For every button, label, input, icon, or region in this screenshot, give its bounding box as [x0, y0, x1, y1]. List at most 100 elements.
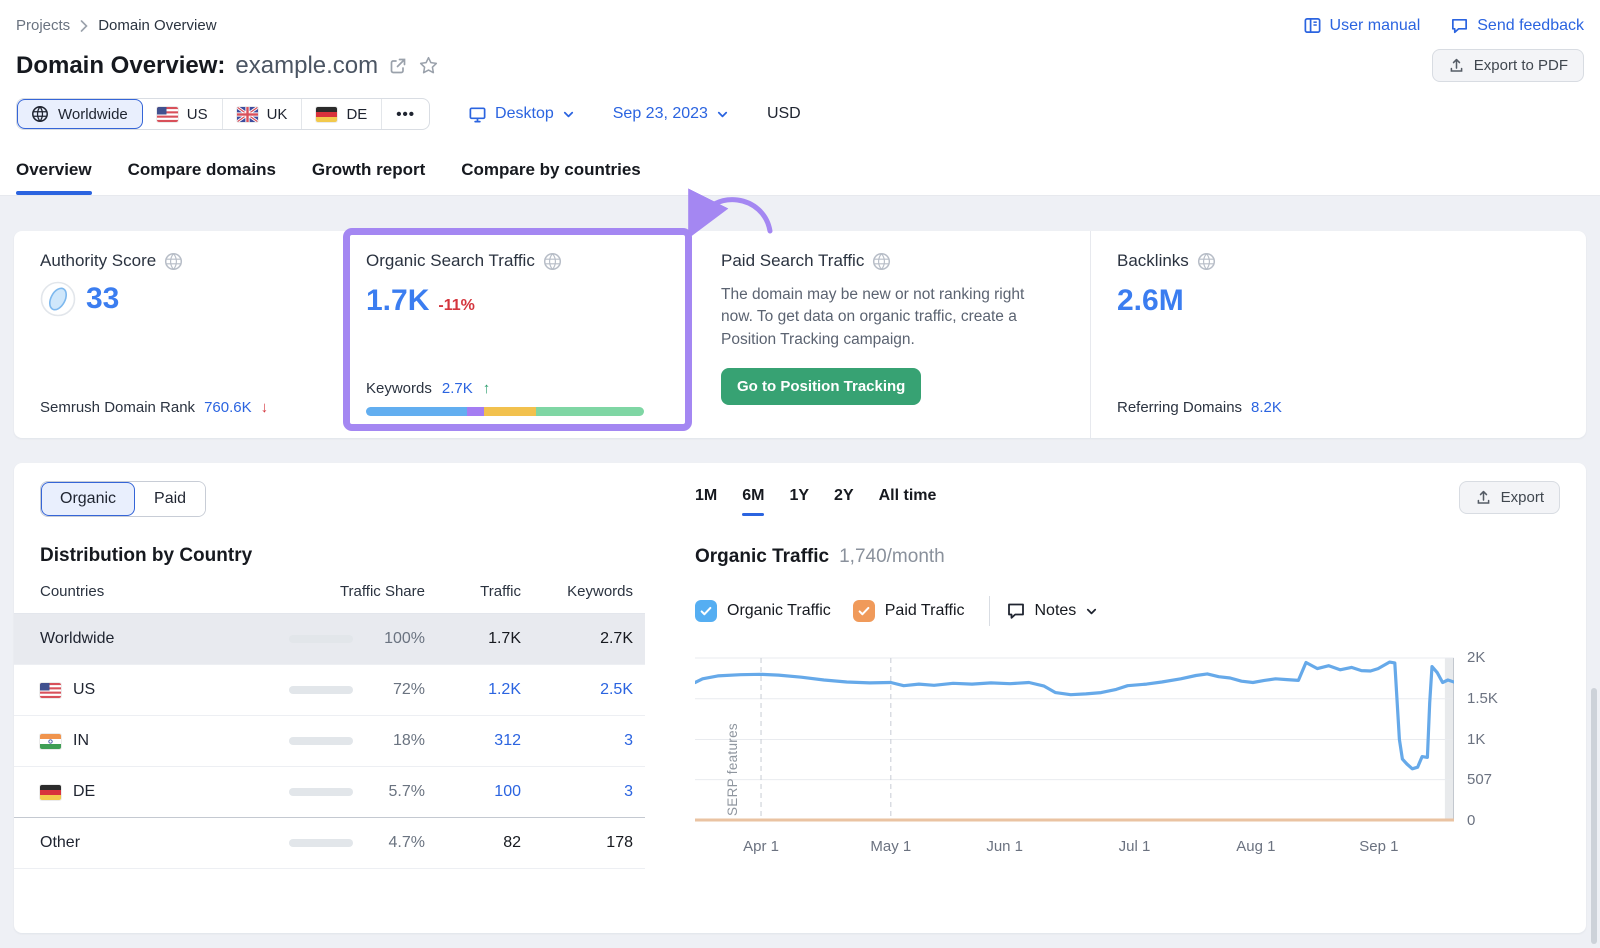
chip-uk[interactable]: UK	[223, 99, 303, 129]
serp-features-label: SERP features	[725, 664, 740, 816]
table-row-us[interactable]: US 72% 1.2K 2.5K	[14, 664, 645, 715]
keywords-value: 2.7K	[521, 630, 633, 648]
legend-organic-traffic[interactable]: Organic Traffic	[695, 600, 831, 622]
send-feedback-link[interactable]: Send feedback	[1450, 16, 1584, 35]
share-value: 4.7%	[353, 834, 425, 852]
range-2y[interactable]: 2Y	[834, 487, 854, 516]
feedback-bubble-icon	[1450, 16, 1469, 35]
breadcrumb-current: Domain Overview	[98, 17, 216, 34]
date-selector[interactable]: Sep 23, 2023	[613, 105, 729, 123]
tab-compare-domains[interactable]: Compare domains	[128, 160, 276, 195]
device-selector[interactable]: Desktop	[468, 105, 575, 124]
traffic-value: 82	[425, 834, 521, 852]
traffic-link[interactable]: 1.2K	[425, 681, 521, 699]
tab-compare-by-countries[interactable]: Compare by countries	[461, 160, 641, 195]
organic-checkbox[interactable]	[695, 600, 717, 622]
trend-down-icon: ↓	[261, 399, 269, 416]
toggle-paid[interactable]: Paid	[135, 482, 205, 516]
range-all-time[interactable]: All time	[879, 487, 937, 516]
organic-traffic-title: Organic Search Traffic	[366, 251, 535, 271]
table-row-other[interactable]: Other 4.7% 82 178	[14, 817, 645, 869]
user-manual-label: User manual	[1330, 17, 1421, 35]
organic-traffic-value: 1.7K	[366, 284, 429, 318]
toggle-organic[interactable]: Organic	[41, 482, 135, 516]
table-row-worldwide[interactable]: Worldwide 100% 1.7K 2.7K	[14, 614, 645, 664]
desktop-icon	[468, 105, 487, 124]
referring-domains-value[interactable]: 8.2K	[1251, 399, 1282, 416]
range-1y[interactable]: 1Y	[789, 487, 809, 516]
breadcrumb: Projects Domain Overview	[16, 17, 217, 34]
keywords-link[interactable]: 3	[521, 732, 633, 750]
in-flag-icon	[40, 734, 61, 749]
share-bar	[289, 635, 353, 643]
export-to-pdf-button[interactable]: Export to PDF	[1432, 49, 1584, 82]
chip-de[interactable]: DE	[302, 99, 382, 129]
chip-more[interactable]: •••	[382, 99, 429, 129]
more-icon: •••	[396, 106, 415, 123]
traffic-line-chart[interactable]	[695, 650, 1454, 828]
info-globe-icon[interactable]	[872, 252, 891, 271]
chip-uk-label: UK	[267, 106, 288, 123]
authority-score-section: Authority Score 33 Semrush Domain Rank 7…	[14, 231, 340, 438]
info-globe-icon[interactable]	[543, 252, 562, 271]
breadcrumb-projects[interactable]: Projects	[16, 17, 70, 34]
device-selector-label: Desktop	[495, 105, 554, 123]
go-to-position-tracking-button[interactable]: Go to Position Tracking	[721, 368, 921, 405]
keywords-value: 178	[521, 834, 633, 852]
domain-rank-value[interactable]: 760.6K	[204, 399, 252, 416]
keywords-link[interactable]: 2.5K	[521, 681, 633, 699]
favorite-star-icon[interactable]	[418, 55, 439, 76]
legend-paid-label: Paid Traffic	[885, 602, 965, 620]
keywords-label: Keywords	[366, 380, 432, 397]
distribution-heading: Distribution by Country	[40, 545, 659, 567]
country-table: Countries Traffic Share Traffic Keywords…	[14, 583, 645, 869]
traffic-link[interactable]: 100	[425, 783, 521, 801]
range-1m[interactable]: 1M	[695, 487, 717, 516]
organic-traffic-heading: Organic Traffic	[695, 546, 829, 568]
us-flag-icon	[40, 683, 61, 698]
y-axis-tick: 1.5K	[1467, 690, 1498, 707]
y-axis-tick: 507	[1467, 771, 1492, 788]
share-bar	[289, 686, 353, 694]
paid-checkbox[interactable]	[853, 600, 875, 622]
report-tabs: Overview Compare domains Growth report C…	[16, 160, 1584, 195]
traffic-link[interactable]: 312	[425, 732, 521, 750]
share-bar	[289, 737, 353, 745]
x-axis-tick: Sep 1	[1359, 838, 1398, 855]
col-traffic-share: Traffic Share	[289, 583, 425, 600]
export-label: Export	[1501, 489, 1544, 506]
country-name: DE	[73, 783, 95, 801]
uk-flag-icon	[237, 107, 258, 122]
legend-paid-traffic[interactable]: Paid Traffic	[853, 600, 965, 622]
organic-traffic-rate: 1,740/month	[839, 546, 945, 568]
export-button[interactable]: Export	[1459, 481, 1560, 514]
traffic-value: 1.7K	[425, 630, 521, 648]
page-scrollbar[interactable]	[1591, 688, 1597, 944]
table-row-in[interactable]: IN 18% 312 3	[14, 715, 645, 766]
table-row-de[interactable]: DE 5.7% 100 3	[14, 766, 645, 817]
chip-us[interactable]: US	[143, 99, 223, 129]
share-bar	[289, 839, 353, 847]
y-axis-tick: 0	[1467, 812, 1475, 829]
upload-icon	[1448, 57, 1465, 74]
chip-us-label: US	[187, 106, 208, 123]
keywords-value[interactable]: 2.7K	[442, 380, 473, 397]
tab-growth-report[interactable]: Growth report	[312, 160, 425, 195]
info-globe-icon[interactable]	[164, 252, 183, 271]
organic-paid-toggle: Organic Paid	[40, 481, 206, 517]
keywords-link[interactable]: 3	[521, 783, 633, 801]
traffic-trend-panel: 1M 6M 1Y 2Y All time Export Organic Traf…	[659, 481, 1560, 915]
x-axis-tick: Jun 1	[986, 838, 1023, 855]
de-flag-icon	[40, 785, 61, 800]
range-6m[interactable]: 6M	[742, 487, 764, 516]
organic-traffic-chart[interactable]: SERP features 2K1.5K1K5070 Apr 1May 1Jun…	[695, 650, 1560, 862]
user-manual-link[interactable]: User manual	[1303, 16, 1421, 35]
info-globe-icon[interactable]	[1197, 252, 1216, 271]
send-feedback-label: Send feedback	[1477, 17, 1584, 35]
external-link-icon[interactable]	[388, 56, 408, 76]
tab-overview[interactable]: Overview	[16, 160, 92, 195]
notes-control[interactable]: Notes	[1006, 601, 1099, 621]
country-name: Other	[40, 834, 80, 852]
chip-worldwide[interactable]: Worldwide	[17, 99, 143, 129]
table-header: Countries Traffic Share Traffic Keywords	[14, 583, 645, 614]
